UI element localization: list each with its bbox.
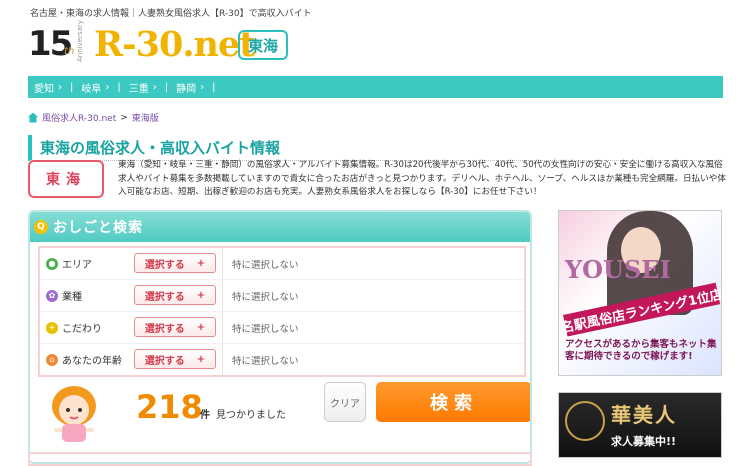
home-icon xyxy=(28,112,38,123)
ad-subtitle: 求人募集中!! xyxy=(611,435,677,448)
chevron-right-icon: › xyxy=(200,81,205,93)
logo-15: 15 xyxy=(28,24,73,64)
criteria-label: エリア xyxy=(62,260,92,271)
banner-ad-kabijin[interactable]: 華美人 求人募集中!! xyxy=(558,392,722,458)
breadcrumb-separator: > xyxy=(120,112,128,123)
breadcrumb-current: 東海版 xyxy=(131,114,159,124)
region-nav: 愛知 › | 岐阜 › | 三重 › | 静岡 › | xyxy=(28,76,723,98)
criteria-row-area: ● エリア 選択する + 特に選択しない xyxy=(40,248,524,280)
breadcrumb-home-link[interactable]: 風俗求人R-30.net xyxy=(42,111,116,124)
search-submit-button[interactable]: 検索 xyxy=(376,382,530,422)
criteria-row-industry: ✿ 業種 選択する + 特に選択しない xyxy=(40,280,524,312)
industry-select-button[interactable]: 選択する + xyxy=(134,285,216,305)
tagline: 名古屋・東海の求人情報｜人妻熟女風俗求人【R-30】で高収入バイト xyxy=(30,9,312,19)
search-icon: Q xyxy=(34,220,48,234)
nav-item-mie[interactable]: 三重 › xyxy=(121,80,165,95)
map-pin-icon: ● xyxy=(46,257,58,270)
search-header: Q おしごと検索 xyxy=(30,212,530,242)
ad-brand: YOUSEI xyxy=(565,255,671,284)
mascot-illustration xyxy=(52,386,96,442)
plus-icon: + xyxy=(196,257,206,269)
criteria-value: 特に選択しない xyxy=(232,355,299,367)
page-title: 東海の風俗求人・高収入バイト情報 xyxy=(28,135,723,162)
logo-brand: R-30.net xyxy=(94,24,255,65)
ad-seal-icon xyxy=(565,401,605,441)
result-count-suffix: 件見つかりました xyxy=(200,410,286,421)
star-icon: + xyxy=(46,321,58,334)
search-result-bar: 218 件見つかりました クリア 検索 xyxy=(38,382,530,448)
criteria-value: 特に選択しない xyxy=(232,323,299,335)
plus-icon: + xyxy=(196,289,206,301)
chevron-right-icon: › xyxy=(152,81,157,93)
criteria-value: 特に選択しない xyxy=(232,291,299,303)
nav-separator: | xyxy=(212,81,216,93)
ad-title: 華美人 xyxy=(611,403,677,427)
nav-item-gifu[interactable]: 岐阜 › xyxy=(73,80,117,95)
logo-th: th xyxy=(64,46,75,57)
criteria-label: あなたの年齢 xyxy=(62,356,122,367)
job-search-panel: Q おしごと検索 ● エリア 選択する + 特に選択しない ✿ 業種 選択する + … xyxy=(28,210,532,464)
logo-anniversary: Anniversary xyxy=(76,20,84,62)
age-select-button[interactable]: 選択する + xyxy=(134,349,216,369)
criteria-value: 特に選択しない xyxy=(232,259,299,271)
area-select-button[interactable]: 選択する + xyxy=(134,253,216,273)
breadcrumb: 風俗求人R-30.net > 東海版 xyxy=(28,111,159,124)
nav-item-shizuoka[interactable]: 静岡 › xyxy=(168,80,212,95)
clear-button[interactable]: クリア xyxy=(324,382,366,422)
plus-icon: + xyxy=(196,321,206,333)
region-badge: 東海 xyxy=(238,30,288,60)
chevron-right-icon: › xyxy=(105,81,110,93)
intro-text: 東海（愛知・岐阜・三重・静岡）の風俗求人・アルバイト募集情報。R-30は20代後… xyxy=(118,160,726,197)
banner-ad-yousei[interactable]: YOUSEI 名駅風俗店ランキング1位店 アクセスがあるから集客もネット集客に期… xyxy=(558,210,722,376)
criteria-row-preference: + こだわり 選択する + 特に選択しない xyxy=(40,312,524,344)
result-count: 218 xyxy=(136,388,203,426)
region-label-box: 東海 xyxy=(28,160,104,198)
nav-item-aichi[interactable]: 愛知 › xyxy=(28,80,70,95)
butterfly-icon: ✿ xyxy=(46,289,58,302)
search-criteria: ● エリア 選択する + 特に選択しない ✿ 業種 選択する + 特に選択しない +… xyxy=(38,246,526,377)
search-title: おしごと検索 xyxy=(53,220,143,236)
criteria-row-age: ⌂ あなたの年齢 選択する + 特に選択しない xyxy=(40,344,524,375)
chevron-right-icon: › xyxy=(58,81,62,93)
criteria-label: こだわり xyxy=(62,324,102,335)
house-icon: ⌂ xyxy=(46,353,58,366)
ad-copy: アクセスがあるから集客もネット集客に期待できるので稼げます! xyxy=(565,339,717,362)
plus-icon: + xyxy=(196,353,206,365)
preference-select-button[interactable]: 選択する + xyxy=(134,317,216,337)
criteria-label: 業種 xyxy=(62,292,82,303)
